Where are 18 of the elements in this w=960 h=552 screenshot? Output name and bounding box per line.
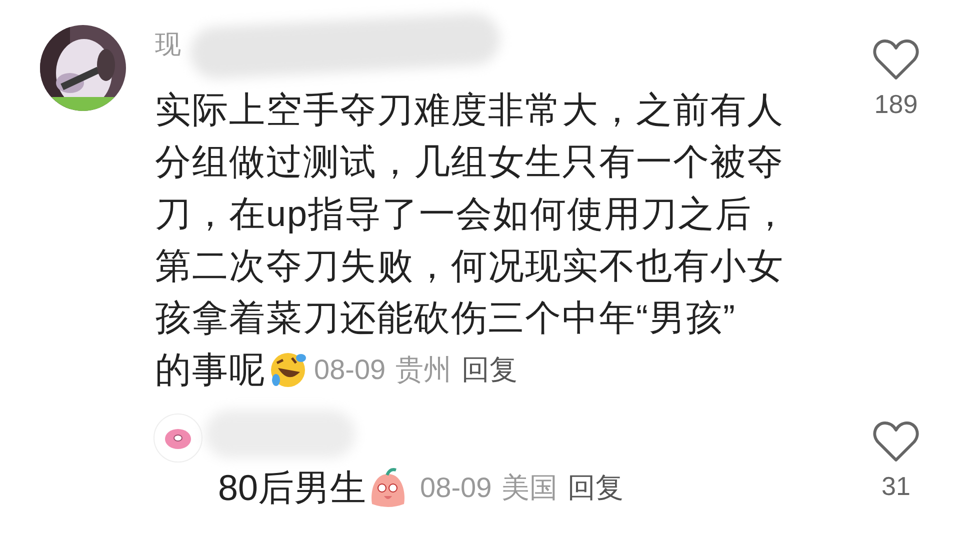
like-count: 31 [882, 470, 910, 502]
comment-text-line: 刀，在up指导了一会如何使用刀之后， [155, 192, 790, 236]
comment-text-line: 的事呢 [155, 348, 266, 392]
comment-date: 08-09 [314, 353, 386, 387]
reply-button[interactable]: 回复 [462, 344, 518, 396]
comment-text-line: 分组做过测试，几组女生只有一个被夺 [155, 140, 784, 184]
heart-icon[interactable] [872, 420, 920, 464]
comment-text-line: 孩拿着菜刀还能砍伤三个中年“男孩” [155, 296, 736, 340]
reply-button[interactable]: 回复 [568, 462, 624, 514]
laughing-emoji-icon [268, 350, 308, 390]
reply-location: 美国 [502, 471, 558, 505]
comment-text-line: 第二次夺刀失败，何况现实不也有小女 [155, 244, 784, 288]
reply-text: 80后男生 [218, 466, 366, 510]
comment-text-line: 实际上空手夺刀难度非常大，之前有人 [155, 88, 784, 132]
like-count: 189 [874, 88, 918, 120]
comment-location: 贵州 [396, 353, 452, 387]
heart-icon[interactable] [872, 38, 920, 82]
reply-date: 08-09 [420, 471, 492, 505]
